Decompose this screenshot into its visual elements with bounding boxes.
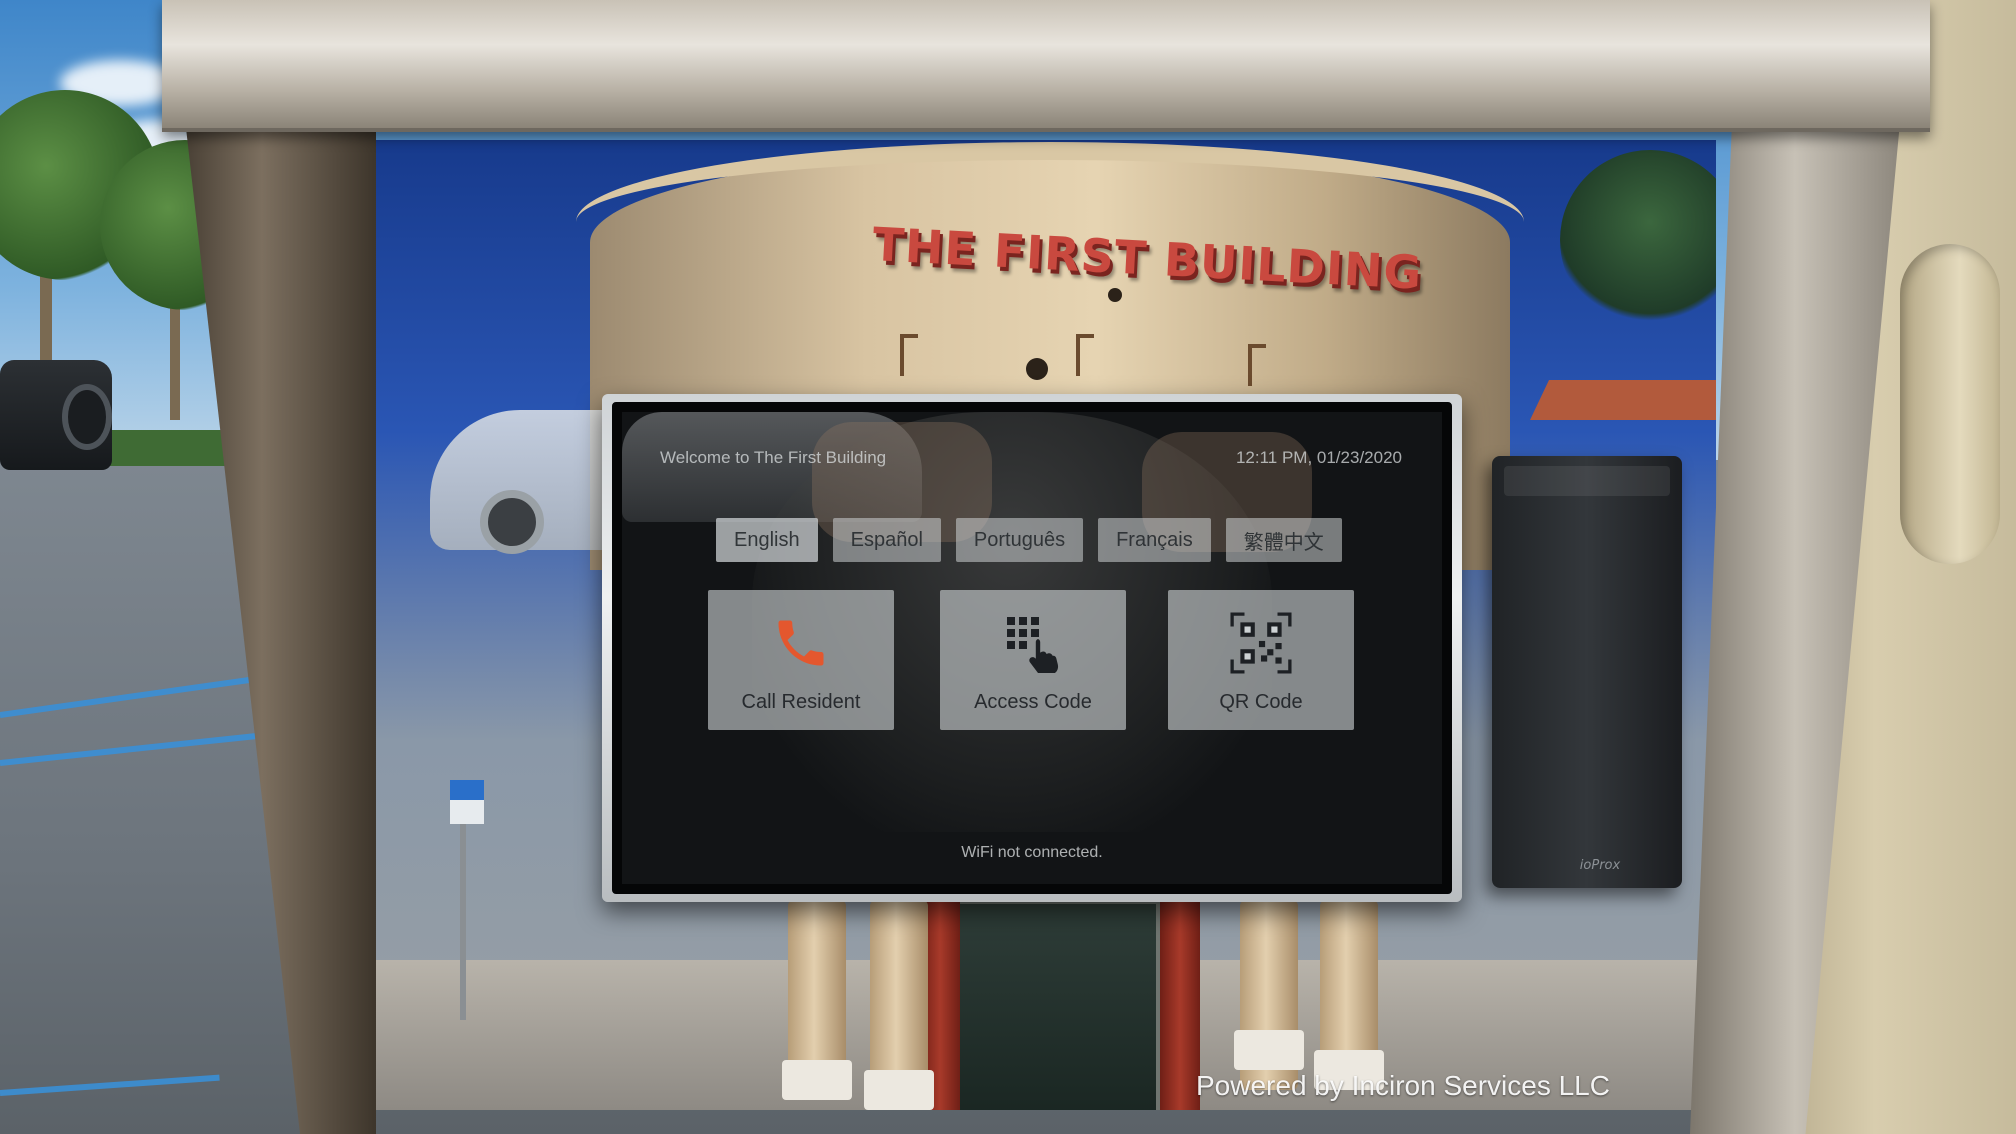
spare-wheel	[62, 384, 112, 450]
building-column	[870, 900, 928, 1090]
language-chinese-button[interactable]: 繁體中文	[1225, 518, 1342, 562]
language-spanish-button[interactable]: Español	[832, 518, 941, 562]
card-reader[interactable]	[1492, 456, 1682, 888]
language-portuguese-button[interactable]: Português	[955, 518, 1084, 562]
call-resident-button[interactable]: Call Resident	[708, 590, 894, 730]
wall-recess	[1900, 244, 2000, 564]
tower-window	[1076, 334, 1094, 376]
powered-by-text: Powered by Inciron Services LLC	[1196, 1070, 1610, 1101]
welcome-message: Welcome to The First Building	[660, 448, 887, 467]
language-english-button[interactable]: English	[716, 518, 818, 562]
wifi-status: WiFi not connected.	[961, 844, 1103, 861]
card-reader-logo: ioProx	[1579, 858, 1621, 873]
accessible-parking-sign	[450, 780, 484, 824]
column-base	[782, 1060, 852, 1100]
column-base	[1234, 1030, 1304, 1070]
reflected-car-wheel	[480, 490, 544, 554]
language-french-button[interactable]: Français	[1098, 518, 1211, 562]
card-reader-band	[1504, 466, 1670, 496]
qr-code-icon	[1168, 606, 1354, 680]
access-code-button[interactable]: Access Code	[940, 590, 1126, 730]
kiosk-screen: Welcome to The First Building 12:11 PM, …	[612, 402, 1452, 894]
reflected-roof	[1530, 380, 1716, 420]
tower-window	[1248, 344, 1266, 386]
reflected-palm	[1560, 150, 1716, 330]
qr-code-label: QR Code	[1219, 691, 1303, 713]
action-buttons: Call Resident Access Code QR Code	[708, 590, 1368, 732]
housing-hood	[162, 0, 1930, 132]
call-resident-label: Call Resident	[741, 691, 861, 713]
access-code-label: Access Code	[974, 691, 1092, 713]
phone-icon	[708, 606, 894, 680]
date-time: 12:11 PM, 01/23/2020	[1235, 448, 1402, 467]
keypad-touch-icon	[940, 606, 1126, 680]
qr-code-button[interactable]: QR Code	[1168, 590, 1354, 730]
entrance-pillar	[1160, 900, 1200, 1110]
tower-window	[900, 334, 918, 376]
column-base	[864, 1070, 934, 1110]
tower-opening	[1026, 358, 1048, 380]
language-selector: English Español Português Français 繁體中文	[716, 518, 1356, 562]
